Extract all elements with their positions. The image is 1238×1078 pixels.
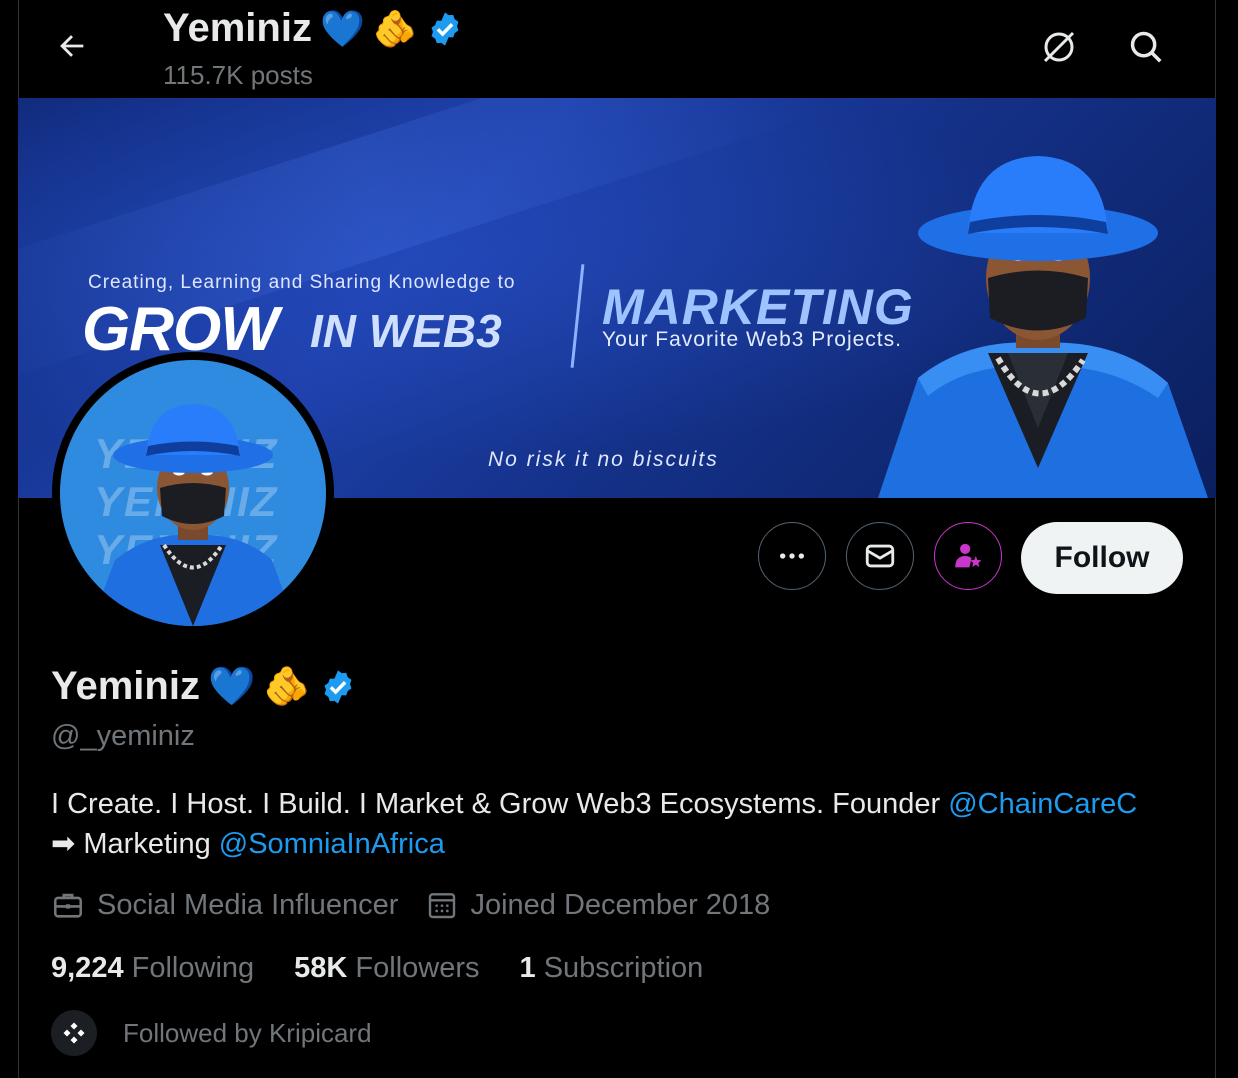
posts-count: 115.7K posts — [163, 60, 313, 90]
avatar-character-image — [90, 404, 296, 626]
profile-avatar[interactable]: YEMINIZ YEMINIZ YEMINIZ — [52, 352, 334, 634]
pointing-emoji: 🫵 — [372, 7, 418, 49]
banner-tagline: Creating, Learning and Sharing Knowledge… — [88, 272, 516, 293]
calendar-icon — [429, 893, 456, 919]
search-icon — [1130, 31, 1162, 63]
more-icon — [780, 553, 804, 559]
more-button[interactable] — [758, 522, 826, 590]
briefcase-icon — [53, 893, 83, 918]
back-button[interactable] — [50, 24, 94, 68]
person-star-icon — [955, 543, 982, 568]
verified-badge-icon[interactable] — [319, 668, 357, 706]
followers-link[interactable]: 58K Followers — [294, 952, 479, 985]
profile-handle: @_yeminiz — [51, 720, 195, 752]
arrow-left-icon — [60, 35, 84, 57]
banner-divider — [570, 264, 585, 368]
banner-character-image — [878, 156, 1208, 498]
category-item: Social Media Influencer — [51, 888, 398, 922]
profile-bio: I Create. I Host. I Build. I Market & Gr… — [51, 788, 1138, 860]
profile-meta: Social Media Influencer Joined December … — [51, 888, 798, 922]
search-button[interactable] — [1123, 24, 1169, 70]
banner-subtitle: Your Favorite Web3 Projects. — [602, 328, 902, 351]
banner-in-web3: IN WEB3 — [310, 305, 502, 357]
kripicard-avatar — [51, 1010, 97, 1056]
message-button[interactable] — [846, 522, 914, 590]
header-title: Yeminiz 💙 🫵 — [163, 6, 464, 51]
banner-motto: No risk it no biscuits — [488, 448, 719, 471]
arrow-emoji: ➡ — [51, 828, 76, 860]
header-name: Yeminiz — [163, 6, 312, 50]
top-bar: Yeminiz 💙 🫵 115.7K posts — [0, 0, 1238, 98]
joined-label: Joined December 2018 — [470, 888, 771, 921]
kripicard-logo-icon — [63, 1022, 85, 1044]
blue-heart-emoji: 💙 — [319, 7, 365, 49]
profile-stats: 9,224 Following 58K Followers 1 Subscrip… — [51, 952, 743, 985]
somnia-link[interactable]: @SomniaInAfrica — [219, 828, 445, 860]
pointing-emoji: 🫵 — [263, 665, 311, 708]
mail-icon — [865, 544, 895, 568]
subscribe-button[interactable] — [934, 522, 1002, 590]
joined-item: Joined December 2018 — [426, 889, 770, 922]
verified-badge-icon — [431, 11, 459, 46]
followed-by[interactable]: Followed by Kripicard — [51, 1010, 372, 1056]
grok-icon — [1043, 31, 1075, 63]
grok-button[interactable] — [1036, 24, 1082, 70]
chaincare-link[interactable]: @ChainCareC — [948, 788, 1137, 820]
profile-name: Yeminiz — [51, 664, 200, 708]
follow-button[interactable]: Follow — [1021, 522, 1183, 594]
subscriptions-link[interactable]: 1 Subscription — [520, 952, 704, 985]
following-link[interactable]: 9,224 Following — [51, 952, 254, 985]
profile-name-row: Yeminiz 💙 🫵 — [51, 664, 357, 709]
blue-heart-emoji: 💙 — [207, 665, 256, 708]
followed-by-label: Followed by Kripicard — [123, 1017, 372, 1048]
category-label: Social Media Influencer — [97, 888, 399, 921]
